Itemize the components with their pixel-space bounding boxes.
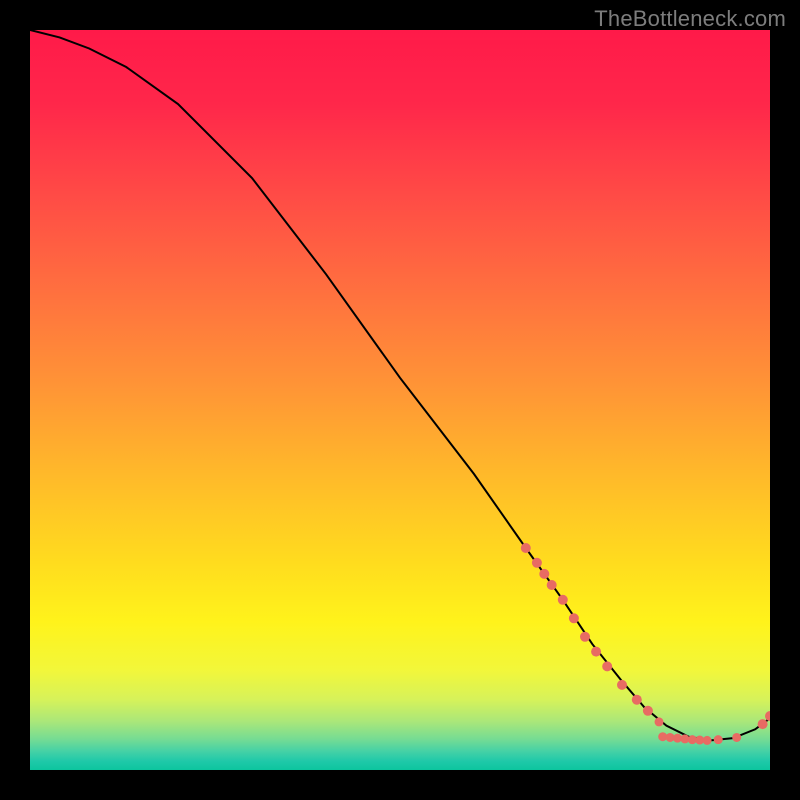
curve-marker xyxy=(632,695,642,705)
curve-marker xyxy=(521,543,531,553)
curve-marker xyxy=(539,569,549,579)
bottleneck-curve xyxy=(30,30,770,740)
curve-marker xyxy=(655,717,664,726)
curve-markers xyxy=(521,543,770,745)
curve-marker xyxy=(547,580,557,590)
curve-marker xyxy=(569,613,579,623)
curve-marker xyxy=(602,661,612,671)
curve-marker xyxy=(643,706,653,716)
curve-marker xyxy=(714,735,723,744)
curve-marker xyxy=(703,736,712,745)
watermark-label: TheBottleneck.com xyxy=(594,6,786,32)
curve-layer xyxy=(30,30,770,770)
chart-stage: TheBottleneck.com xyxy=(0,0,800,800)
curve-marker xyxy=(758,719,768,729)
plot-area xyxy=(30,30,770,770)
curve-marker xyxy=(591,647,601,657)
curve-marker xyxy=(765,711,770,721)
curve-marker xyxy=(532,558,542,568)
curve-marker xyxy=(617,680,627,690)
curve-marker xyxy=(558,595,568,605)
curve-marker xyxy=(732,733,741,742)
curve-marker xyxy=(580,632,590,642)
